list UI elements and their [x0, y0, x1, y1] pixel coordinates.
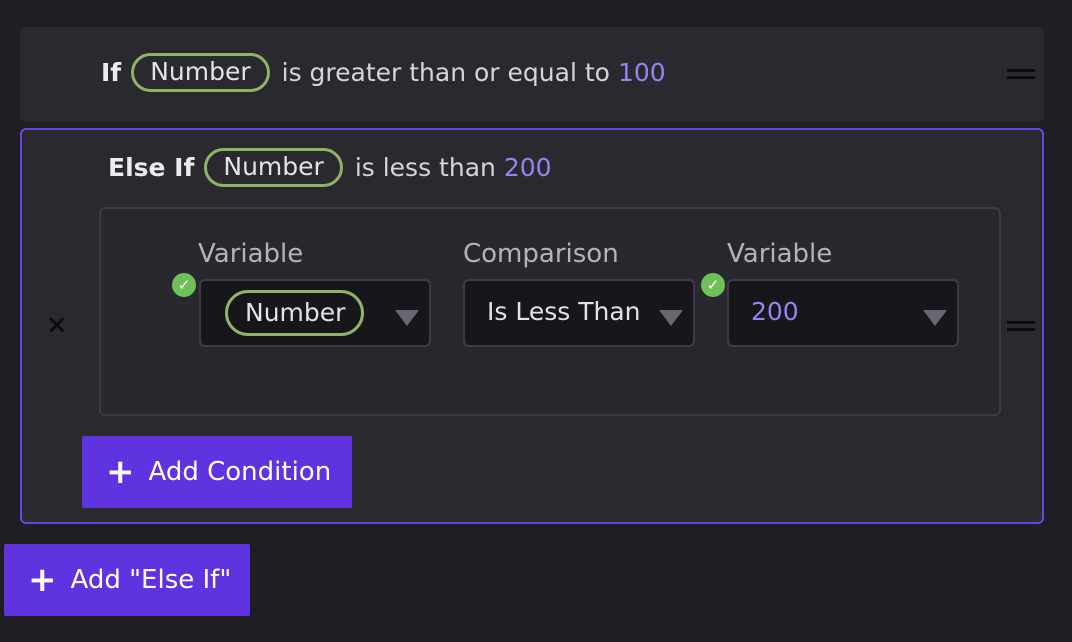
- operator-text: is greater than or equal to: [281, 58, 610, 87]
- comparison-value: 100: [617, 58, 666, 87]
- elseif-summary: Else If Number is less than 200: [108, 148, 552, 187]
- elseif-keyword: Else If: [108, 153, 195, 182]
- chevron-down-icon: [395, 310, 419, 326]
- variable-pill: Number: [204, 148, 343, 187]
- plus-icon: +: [28, 560, 57, 600]
- comparison-label: Comparison: [463, 239, 619, 269]
- if-condition-row[interactable]: If Number is greater than or equal to 10…: [20, 27, 1044, 122]
- left-variable-select[interactable]: Number: [199, 279, 431, 347]
- right-variable-select[interactable]: 200: [727, 279, 959, 347]
- if-keyword: If: [101, 58, 122, 87]
- right-variable-value: 200: [751, 297, 799, 326]
- valid-check-icon: ✓: [172, 273, 196, 297]
- drag-handle-icon[interactable]: [1007, 321, 1035, 331]
- right-variable-label: Variable: [727, 239, 833, 269]
- condition-editor: Variable Comparison Variable ✓ ✓ Number …: [99, 207, 1001, 416]
- remove-condition-icon[interactable]: ×: [46, 312, 68, 338]
- add-condition-button[interactable]: + Add Condition: [82, 436, 352, 508]
- comparison-select[interactable]: Is Less Than: [463, 279, 695, 347]
- add-elseif-button[interactable]: + Add "Else If": [4, 544, 250, 616]
- add-elseif-label: Add "Else If": [70, 565, 232, 595]
- add-condition-label: Add Condition: [148, 457, 332, 487]
- plus-icon: +: [106, 452, 135, 492]
- left-variable-label: Variable: [198, 239, 304, 269]
- operator-text: is less than: [354, 153, 496, 182]
- chevron-down-icon: [659, 310, 683, 326]
- comparison-value: 200: [503, 153, 552, 182]
- variable-pill: Number: [225, 290, 365, 336]
- valid-check-icon: ✓: [701, 273, 725, 297]
- chevron-down-icon: [923, 310, 947, 326]
- elseif-condition-row[interactable]: Else If Number is less than 200 × Variab…: [20, 128, 1044, 524]
- if-summary: If Number is greater than or equal to 10…: [101, 53, 666, 92]
- drag-handle-icon[interactable]: [1007, 69, 1035, 79]
- variable-pill: Number: [131, 53, 270, 92]
- comparison-select-value: Is Less Than: [487, 297, 641, 326]
